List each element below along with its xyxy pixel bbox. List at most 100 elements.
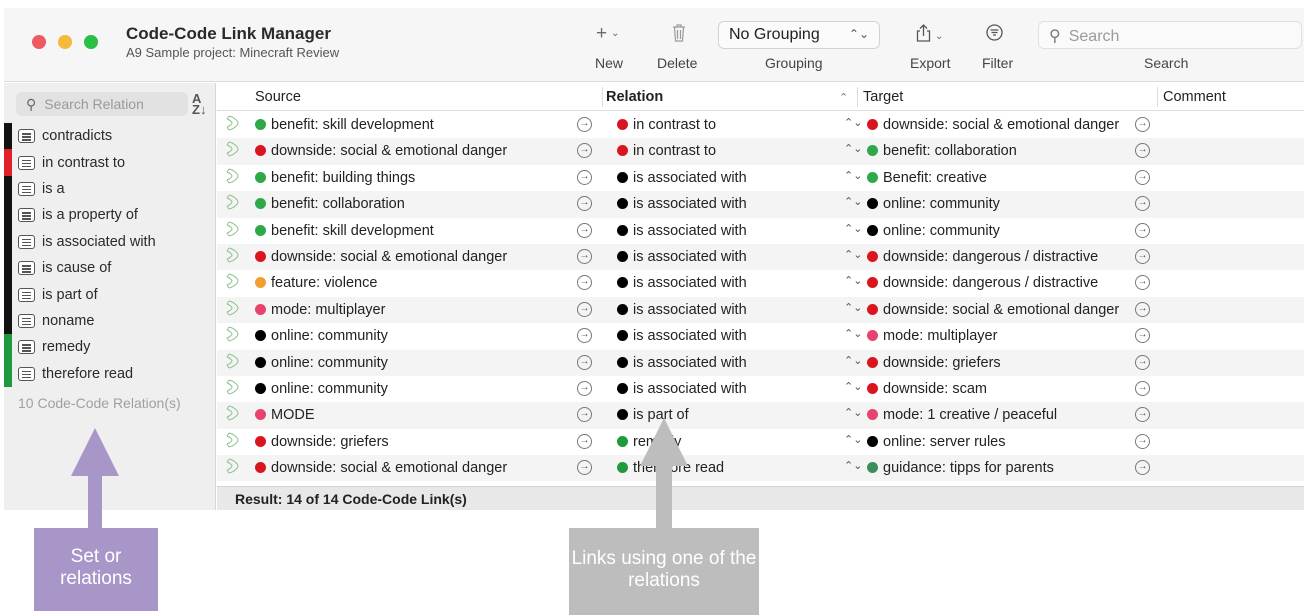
relation-updown-icon[interactable]: ⌃⌄ [844,116,862,129]
relation-cell[interactable]: is associated with [617,328,747,344]
relation-cell[interactable]: is associated with [617,275,747,291]
table-row[interactable]: benefit: collaboration → is associated wit… [217,191,1304,218]
export-button[interactable]: ⌄ [916,24,943,47]
close-window-button[interactable] [32,35,46,49]
relation-item[interactable]: is associated with [4,228,216,255]
go-to-source-icon[interactable]: → [577,222,592,238]
relation-updown-icon[interactable]: ⌃⌄ [844,406,862,419]
relation-updown-icon[interactable]: ⌃⌄ [844,248,862,261]
column-relation[interactable]: Relation [606,89,663,105]
table-row[interactable]: benefit: skill development → is associated… [217,218,1304,244]
go-to-target-icon[interactable]: → [1135,275,1150,291]
relation-item[interactable]: noname [4,307,216,335]
relation-updown-icon[interactable]: ⌃⌄ [844,327,862,340]
relation-cell[interactable]: in contrast to [617,117,716,133]
go-to-target-icon[interactable]: → [1135,460,1150,476]
go-to-source-icon[interactable]: → [577,407,592,423]
go-to-source-icon[interactable]: → [577,117,592,132]
go-to-target-icon[interactable]: → [1135,354,1150,370]
relation-cell[interactable]: is associated with [617,223,747,239]
go-to-target-icon[interactable]: → [1135,301,1150,317]
relation-item[interactable]: is part of [4,281,216,308]
go-to-source-icon[interactable]: → [577,248,592,264]
table-row[interactable]: downside: social & emotional danger → in c… [217,138,1304,165]
go-to-target-icon[interactable]: → [1135,222,1150,238]
go-to-target-icon[interactable]: → [1135,380,1150,396]
column-comment[interactable]: Comment [1163,89,1226,105]
relation-item-label: remedy [42,339,91,356]
column-target[interactable]: Target [863,89,903,105]
relation-updown-icon[interactable]: ⌃⌄ [844,222,862,235]
go-to-target-icon[interactable]: → [1135,248,1150,264]
relation-search-input[interactable]: ⚲ Search Relation [16,92,188,116]
go-to-source-icon[interactable]: → [577,328,592,344]
go-to-source-icon[interactable]: → [577,275,592,291]
zoom-window-button[interactable] [84,35,98,49]
relation-item[interactable]: is a [4,175,216,203]
relation-cell[interactable]: is associated with [617,249,747,265]
table-row[interactable]: downside: griefers → remedy ⌃⌄ online: serve… [217,429,1304,455]
filter-button[interactable] [986,24,1003,46]
table-row[interactable]: benefit: building things → is associated w… [217,165,1304,191]
go-to-source-icon[interactable]: → [577,169,592,185]
relation-updown-icon[interactable]: ⌃⌄ [844,380,862,393]
relation-cell[interactable]: is associated with [617,196,747,212]
relation-updown-icon[interactable]: ⌃⌄ [844,274,862,287]
relation-count: 10 Code-Code Relation(s) [18,395,181,411]
go-to-source-icon[interactable]: → [577,380,592,396]
source-cell: online: community [255,381,388,397]
sort-az-icon[interactable]: A Z↓ [192,92,206,116]
relation-cell[interactable]: is associated with [617,170,747,186]
go-to-target-icon[interactable]: → [1135,196,1150,212]
relation-cell[interactable]: is associated with [617,381,747,397]
search-input[interactable]: ⚲ Search [1038,21,1302,49]
target-cell: online: community [867,223,1000,239]
table-row[interactable]: online: community → is associated with ⌃⌄ do… [217,376,1304,402]
go-to-target-icon[interactable]: → [1135,328,1150,344]
relation-item[interactable]: remedy [4,334,216,361]
relation-item[interactable]: contradicts [4,123,216,150]
table-row[interactable]: MODE → is part of ⌃⌄ mode: 1 creative / peac… [217,402,1304,429]
relation-item[interactable]: is a property of [4,202,216,229]
go-to-source-icon[interactable]: → [577,433,592,449]
relation-updown-icon[interactable]: ⌃⌄ [844,354,862,367]
new-button[interactable]: + ⌄ [596,24,620,44]
relation-updown-icon[interactable]: ⌃⌄ [844,195,862,208]
relation-item[interactable]: is cause of [4,254,216,282]
relation-updown-icon[interactable]: ⌃⌄ [844,433,862,446]
relation-item[interactable]: therefore read [4,360,216,387]
relation-updown-icon[interactable]: ⌃⌄ [844,142,862,155]
go-to-source-icon[interactable]: → [577,354,592,370]
table-row[interactable]: online: community → is associated with ⌃⌄ do… [217,349,1304,376]
relation-cell[interactable]: is associated with [617,302,747,318]
column-source[interactable]: Source [255,89,301,105]
relation-label: in contrast to [633,143,717,160]
relation-color-bar [4,360,12,387]
target-cell: downside: social & emotional danger [867,302,1119,318]
relation-cell[interactable]: in contrast to [617,143,716,159]
table-row[interactable]: online: community → is associated with ⌃⌄ mo… [217,323,1304,349]
table-row[interactable]: benefit: skill development → in contrast t… [217,112,1304,138]
go-to-source-icon[interactable]: → [577,460,592,476]
table-row[interactable]: mode: multiplayer → is associated with ⌃⌄ do… [217,296,1304,324]
grouping-select[interactable]: No Grouping ⌃⌄ [718,21,880,49]
table-row[interactable]: downside: social & emotional danger → is a… [217,243,1304,271]
go-to-source-icon[interactable]: → [577,196,592,212]
go-to-target-icon[interactable]: → [1135,143,1150,159]
go-to-target-icon[interactable]: → [1135,117,1150,132]
go-to-source-icon[interactable]: → [577,301,592,317]
relation-updown-icon[interactable]: ⌃⌄ [844,459,862,472]
go-to-source-icon[interactable]: → [577,143,592,159]
minimize-window-button[interactable] [58,35,72,49]
delete-button[interactable] [672,24,686,47]
relation-item[interactable]: in contrast to [4,149,216,176]
table-row[interactable]: feature: violence → is associated with ⌃⌄ do… [217,270,1304,296]
go-to-target-icon[interactable]: → [1135,433,1150,449]
relation-updown-icon[interactable]: ⌃⌄ [844,301,862,314]
relation-cell[interactable]: is associated with [617,355,747,371]
table-row[interactable]: downside: social & emotional danger → ther… [217,455,1304,482]
go-to-target-icon[interactable]: → [1135,169,1150,185]
relation-color-dot [617,409,628,421]
relation-updown-icon[interactable]: ⌃⌄ [844,169,862,182]
go-to-target-icon[interactable]: → [1135,407,1150,423]
